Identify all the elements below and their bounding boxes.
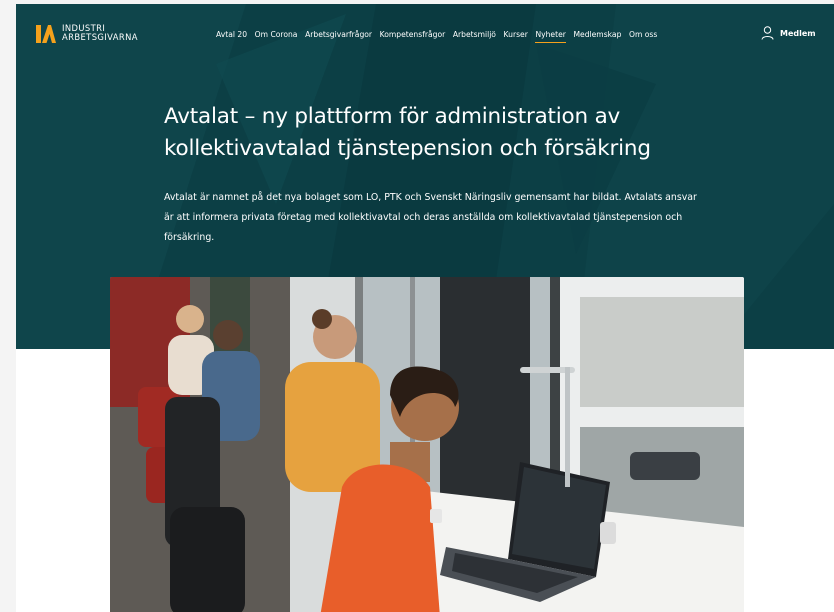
nav-item-kompetensfragor[interactable]: Kompetensfrågor xyxy=(380,30,446,43)
main-menu: Avtal 20 Om Corona Arbetsgivarfrågor Kom… xyxy=(216,30,665,43)
member-login-button[interactable]: Medlem xyxy=(761,26,816,40)
member-label: Medlem xyxy=(780,28,816,38)
top-navigation: INDUSTRI ARBETSGIVARNA Avtal 20 Om Coron… xyxy=(16,4,834,64)
logo-text: INDUSTRI ARBETSGIVARNA xyxy=(62,24,138,42)
nav-item-medlemskap[interactable]: Medlemskap xyxy=(573,30,621,43)
article-hero-image xyxy=(110,277,744,612)
user-icon xyxy=(761,26,774,40)
brand-logo[interactable]: INDUSTRI ARBETSGIVARNA xyxy=(36,24,138,43)
page: INDUSTRI ARBETSGIVARNA Avtal 20 Om Coron… xyxy=(16,4,834,612)
nav-item-arbetsmiljo[interactable]: Arbetsmiljö xyxy=(453,30,496,43)
article-title: Avtalat – ny plattform för administratio… xyxy=(164,104,651,161)
nav-item-nyheter[interactable]: Nyheter xyxy=(535,30,566,43)
nav-item-om-corona[interactable]: Om Corona xyxy=(255,30,298,43)
nav-item-arbetsgivarfragor[interactable]: Arbetsgivarfrågor xyxy=(305,30,372,43)
logo-line-2: ARBETSGIVARNA xyxy=(62,32,138,42)
logo-mark-icon xyxy=(36,25,56,43)
nav-item-om-oss[interactable]: Om oss xyxy=(629,30,657,43)
nav-item-kurser[interactable]: Kurser xyxy=(504,30,528,43)
office-photo-illustration xyxy=(110,277,744,612)
article-lead: Avtalat är namnet på det nya bolaget som… xyxy=(164,192,697,243)
nav-item-avtal-20[interactable]: Avtal 20 xyxy=(216,30,247,43)
